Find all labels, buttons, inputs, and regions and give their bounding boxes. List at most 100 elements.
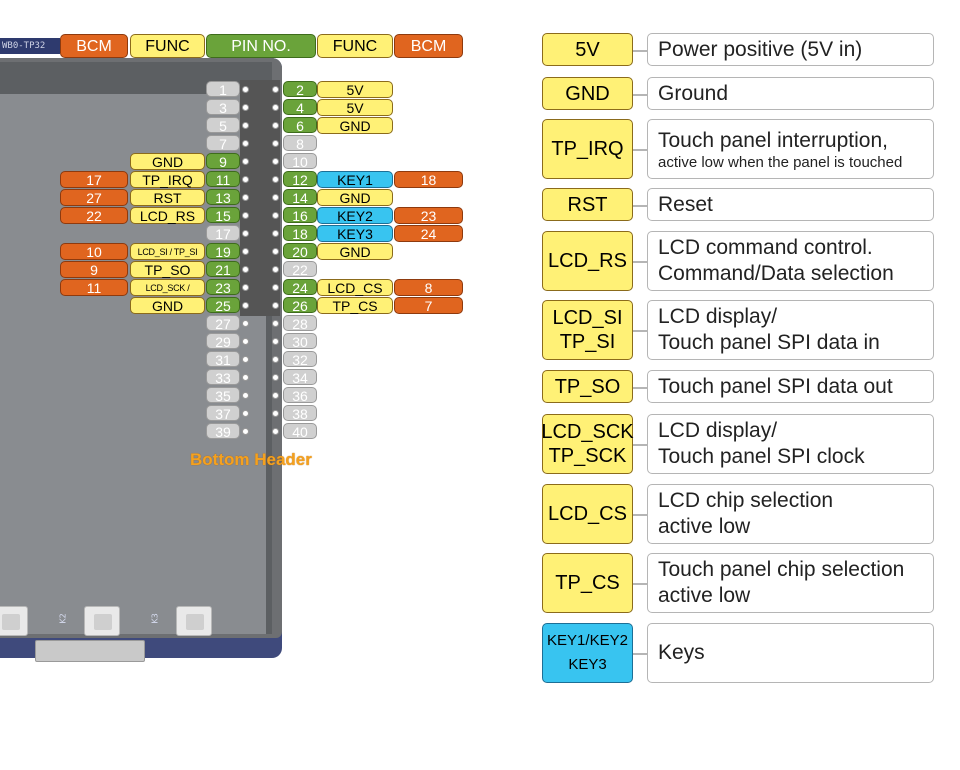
pin-21-dot <box>242 266 249 273</box>
legend-key-9: TP_CS <box>542 553 633 613</box>
key-button[interactable] <box>0 606 28 636</box>
pin-22-dot <box>272 266 279 273</box>
pin-no-header: PIN NO. <box>206 34 316 58</box>
legend-desc-line: Touch panel interruption, <box>658 128 888 152</box>
pin-12: 12 <box>283 171 317 188</box>
pin-18-dot <box>272 230 279 237</box>
legend-connector <box>633 444 647 446</box>
k2-silkscreen: K2 <box>58 613 68 624</box>
legend-connector <box>633 93 647 96</box>
left-func-12: GND <box>130 297 205 314</box>
right-func-11: LCD_CS <box>317 279 393 296</box>
legend-key-10: KEY1/KEY2 KEY3 <box>542 623 633 683</box>
legend-desc-3: Reset <box>647 188 934 221</box>
pin-18: 18 <box>283 225 317 242</box>
right-bcm-18: 18 <box>394 171 463 188</box>
pin-29-dot <box>242 338 249 345</box>
pin-22: 22 <box>283 261 317 278</box>
pin-31-dot <box>242 356 249 363</box>
left-func-11: LCD_SCK / TP_SCK <box>130 279 205 309</box>
legend-desc-line: Keys <box>658 641 705 664</box>
legend-key-6: TP_SO <box>542 370 633 403</box>
right-func-0: 5V <box>317 81 393 98</box>
legend-connector <box>633 386 647 389</box>
legend-desc-5: LCD display/Touch panel SPI data in <box>647 300 934 360</box>
pin-34-dot <box>272 374 279 381</box>
pin-28-dot <box>272 320 279 327</box>
legend-desc-line: Power positive (5V in) <box>658 37 863 61</box>
legend-key-5: LCD_SI TP_SI <box>542 300 633 360</box>
pin-27: 27 <box>206 315 240 332</box>
legend-desc-line: active low <box>658 584 751 607</box>
left-bcm-11: 11 <box>60 279 128 296</box>
pin-39: 39 <box>206 423 240 440</box>
pin-34: 34 <box>283 369 317 386</box>
pin-20: 20 <box>283 243 317 260</box>
pin-24: 24 <box>283 279 317 296</box>
pin-5-dot <box>242 122 249 129</box>
pin-2-dot <box>272 86 279 93</box>
left-func-9: LCD_SI / TP_SI <box>130 243 205 260</box>
left-func-5: TP_IRQ <box>130 171 205 188</box>
pin-7-dot <box>242 140 249 147</box>
legend-desc-7: LCD display/Touch panel SPI clock <box>647 414 934 474</box>
legend-desc-8: LCD chip selection active low <box>647 484 934 544</box>
legend-connector <box>633 653 647 655</box>
legend-connector <box>633 514 647 516</box>
pin-31: 31 <box>206 351 240 368</box>
pin-29: 29 <box>206 333 240 350</box>
pin-39-dot <box>242 428 249 435</box>
legend-desc-line: Ground <box>658 81 729 105</box>
pin-3: 3 <box>206 99 240 116</box>
pin-23: 23 <box>206 279 240 296</box>
right-func-7: KEY2 <box>317 207 393 224</box>
legend-key-label: KEY1/KEY2 KEY3 <box>547 632 628 673</box>
pin-6: 6 <box>283 117 317 134</box>
legend-key-label: LCD_CS <box>548 503 627 525</box>
pin-2: 2 <box>283 81 317 98</box>
pin-35-dot <box>242 392 249 399</box>
right-func-6: GND <box>317 189 393 206</box>
bcm-left-header: BCM <box>60 34 128 58</box>
pin-16: 16 <box>283 207 317 224</box>
right-bcm-23: 23 <box>394 207 463 224</box>
pin-10-dot <box>272 158 279 165</box>
legend-desc-line: Reset <box>658 192 713 216</box>
left-func-4: GND <box>130 153 205 170</box>
pin-14: 14 <box>283 189 317 206</box>
right-bcm-24: 24 <box>394 225 463 242</box>
pin-35: 35 <box>206 387 240 404</box>
pin-10: 10 <box>283 153 317 170</box>
pin-20-dot <box>272 248 279 255</box>
pin-12-dot <box>272 176 279 183</box>
legend-key-label: LCD_SI TP_SI <box>552 307 623 353</box>
pin-26: 26 <box>283 297 317 314</box>
legend-desc-line: Touch panel SPI clock <box>658 445 865 468</box>
usb-port <box>35 640 145 662</box>
pin-17-dot <box>242 230 249 237</box>
board-silkscreen-label: WB0-TP32 <box>0 38 60 54</box>
pin-30-dot <box>272 338 279 345</box>
right-func-8: KEY3 <box>317 225 393 242</box>
pin-5: 5 <box>206 117 240 134</box>
left-bcm-27: 27 <box>60 189 128 206</box>
legend-key-label: 5V <box>575 38 600 61</box>
legend-key-2: TP_IRQ <box>542 119 633 179</box>
pin-4-dot <box>272 104 279 111</box>
key2-button[interactable] <box>84 606 120 636</box>
legend-connector <box>633 149 647 151</box>
legend-key-label: LCD_RS <box>548 250 627 272</box>
pin-8: 8 <box>283 135 317 152</box>
pin-38-dot <box>272 410 279 417</box>
left-func-6: RST <box>130 189 205 206</box>
legend-desc-line: LCD chip selection <box>658 489 834 512</box>
pin-15: 15 <box>206 207 240 224</box>
left-bcm-9: 9 <box>60 261 128 278</box>
legend-key-4: LCD_RS <box>542 231 633 291</box>
pin-13: 13 <box>206 189 240 206</box>
pin-37: 37 <box>206 405 240 422</box>
legend-key-label: TP_IRQ <box>551 138 624 160</box>
key3-button[interactable] <box>176 606 212 636</box>
pin-8-dot <box>272 140 279 147</box>
pin-33: 33 <box>206 369 240 386</box>
